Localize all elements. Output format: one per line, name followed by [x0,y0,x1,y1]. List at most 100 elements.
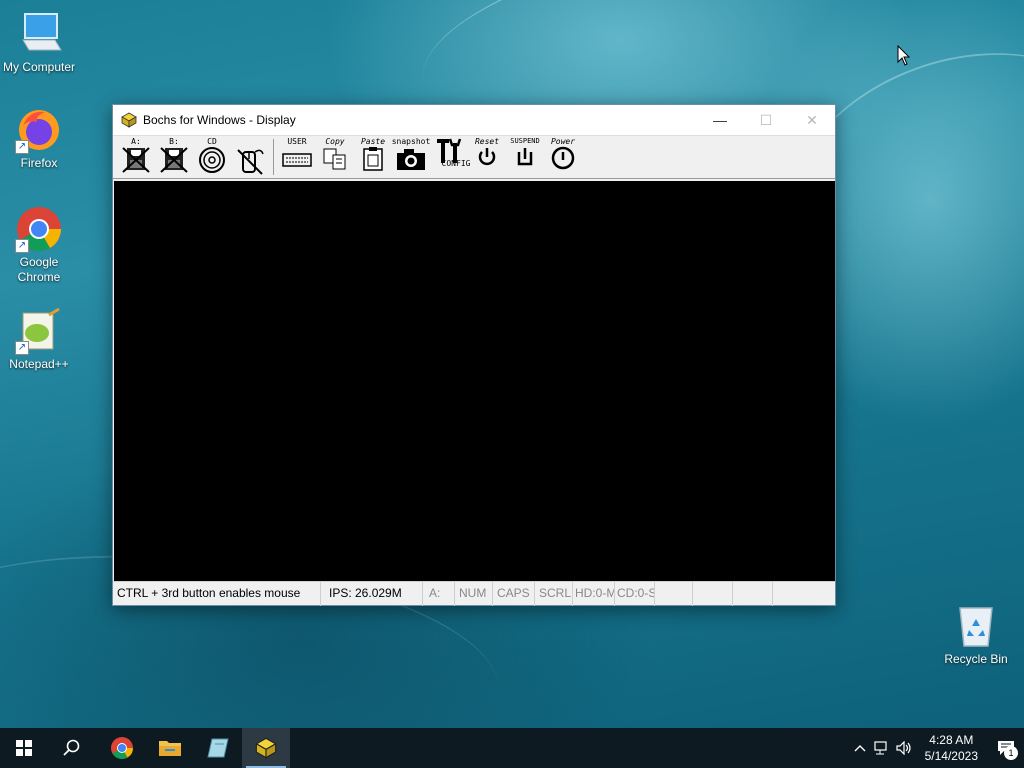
shortcut-arrow-icon: ↗ [15,140,29,154]
reset-label: Reset [474,137,500,146]
config-label: CONFIG [441,159,471,168]
desktop-icon-firefox[interactable]: ↗ Firefox [1,106,77,171]
windows-logo-icon [16,740,32,756]
window-titlebar[interactable]: Bochs for Windows - Display — ☐ ✕ [113,105,835,135]
copy-button[interactable]: Copy [316,137,354,177]
floppy-disabled-icon [160,147,188,173]
suspend-button[interactable]: SUSPEND [506,137,544,177]
network-button[interactable] [871,741,893,755]
desktop-icon-label: My Computer [2,60,76,74]
mouse-disabled-icon [237,149,264,175]
snapshot-label: snapshot [391,137,431,146]
bochs-toolbar: A: B: CD USER Copy Paste snapshot CONFIG… [113,135,835,179]
status-scrl: SCRL [535,582,573,606]
shortcut-arrow-icon: ↗ [15,239,29,253]
suspend-label: SUSPEND [510,137,540,145]
maximize-button[interactable]: ☐ [743,105,789,135]
copy-label: Copy [325,137,345,146]
mouse-cursor-icon [897,45,911,66]
status-empty-cell [733,582,773,606]
status-empty-cell [655,582,693,606]
power-button[interactable]: Power [544,137,582,177]
desktop-icon-my-computer[interactable]: My Computer [1,10,77,75]
desktop-icon-label: Recycle Bin [944,652,1008,666]
system-tray: 4:28 AM 5/14/2023 1 [849,728,1024,768]
floppy-a-button[interactable]: A: [117,137,155,177]
taskbar-app-button[interactable] [194,728,242,768]
status-drive-a: A: [423,582,455,606]
computer-icon [15,10,63,58]
desktop-icon-label: Google Chrome [17,255,61,284]
desktop-icon-label: Firefox [20,156,58,170]
network-icon [874,741,887,755]
action-center-button[interactable]: 1 [988,740,1024,760]
start-button[interactable] [0,728,48,768]
search-icon [63,739,80,756]
app-window-icon [207,738,229,758]
desktop-icon-google-chrome[interactable]: ↗ Google Chrome [1,205,77,285]
keyboard-icon [282,153,312,167]
status-cd: CD:0-S [615,582,655,606]
user-button[interactable]: USER [278,137,316,177]
chrome-icon: ↗ [15,205,63,253]
clock-time: 4:28 AM [929,733,974,747]
taskbar-bochs-button[interactable] [242,728,290,768]
taskbar-clock[interactable]: 4:28 AM 5/14/2023 [915,732,988,764]
cdrom-label: CD [207,137,217,146]
search-button[interactable] [48,728,96,768]
config-button[interactable]: CONFIG [430,137,471,177]
status-bar: CTRL + 3rd button enables mouse IPS: 26.… [113,581,835,606]
status-num: NUM [455,582,493,606]
close-button[interactable]: ✕ [789,105,835,135]
status-ips: IPS: 26.029M [321,582,423,606]
status-hd: HD:0-M [573,582,615,606]
folder-icon [159,741,181,756]
emulator-display-screen[interactable] [114,181,835,581]
window-title: Bochs for Windows - Display [143,113,296,127]
firefox-icon: ↗ [15,106,63,154]
floppy-disabled-icon [122,147,150,173]
notification-badge: 1 [1004,746,1018,760]
paste-button[interactable]: Paste [354,137,392,177]
power-label: Power [550,137,576,146]
taskbar-file-explorer-button[interactable] [146,728,194,768]
status-mouse-hint: CTRL + 3rd button enables mouse [113,582,321,606]
reset-button[interactable]: Reset [468,137,506,177]
user-label: USER [287,137,307,146]
bochs-app-icon [121,112,137,128]
floppy-a-label: A: [131,137,141,146]
volume-button[interactable] [893,741,915,755]
power-icon [551,146,575,170]
snapshot-button[interactable]: snapshot [392,137,430,177]
bochs-display-window[interactable]: Bochs for Windows - Display — ☐ ✕ A: B: … [112,104,836,606]
chevron-up-icon [854,745,866,752]
speaker-icon [896,741,911,755]
recycle-bin-icon [959,607,993,647]
cdrom-button[interactable]: CD [193,137,231,177]
clock-date: 5/14/2023 [924,749,978,763]
cd-icon [199,147,225,173]
desktop-icon-label: Notepad++ [9,357,69,371]
toolbar-separator [273,139,274,175]
chrome-icon [111,737,133,759]
floppy-b-label: B: [169,137,179,146]
shortcut-arrow-icon: ↗ [15,341,29,355]
paste-label: Paste [360,137,386,146]
paste-icon [363,147,383,171]
status-caps: CAPS [493,582,535,606]
taskbar-chrome-button[interactable] [98,728,146,768]
minimize-button[interactable]: — [697,105,743,135]
desktop-icon-notepad-plus-plus[interactable]: ↗ Notepad++ [1,307,77,372]
bochs-app-icon [255,737,277,759]
desktop-icon-recycle-bin[interactable]: Recycle Bin [940,602,1012,666]
status-empty-cell [693,582,733,606]
reset-icon [478,148,496,166]
show-hidden-icons-button[interactable] [849,744,871,752]
mouse-toggle-button[interactable] [231,137,269,177]
floppy-b-button[interactable]: B: [155,137,193,177]
suspend-icon [517,148,533,166]
camera-icon [397,149,425,170]
notepad-plus-plus-icon: ↗ [15,307,63,355]
copy-icon [323,148,346,170]
taskbar: 4:28 AM 5/14/2023 1 [0,728,1024,768]
